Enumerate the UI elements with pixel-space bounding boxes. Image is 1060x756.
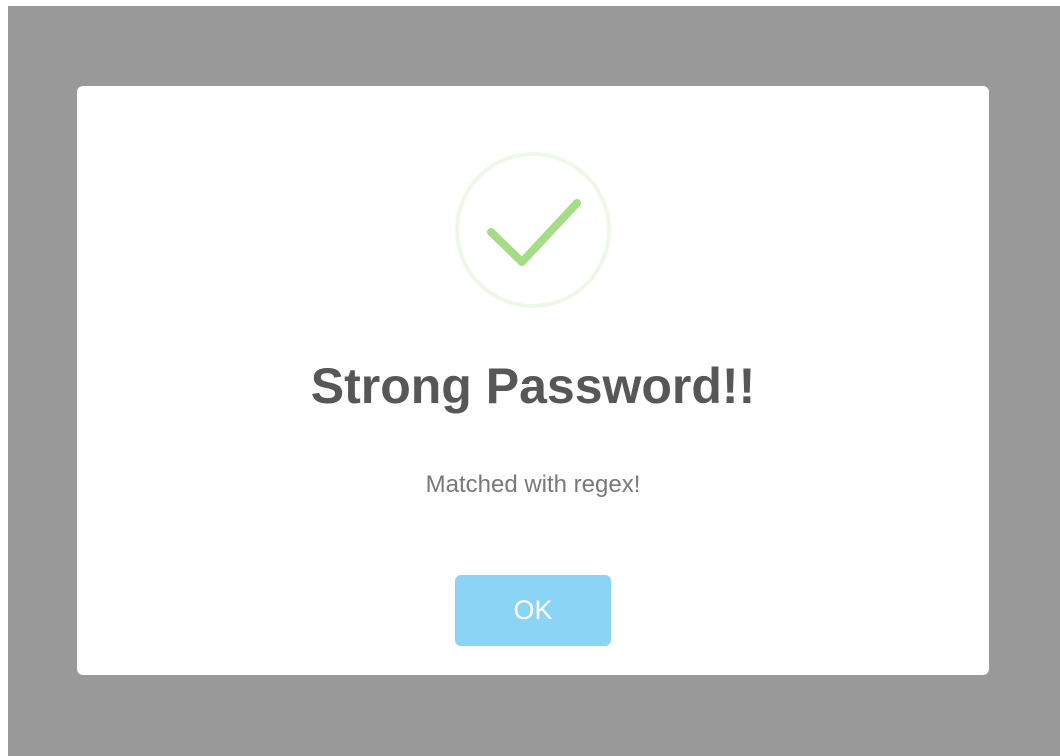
ok-button[interactable]: OK xyxy=(455,575,611,646)
success-dialog: Strong Password!! Matched with regex! OK xyxy=(77,86,989,675)
dialog-message: Matched with regex! xyxy=(425,471,641,498)
success-check-icon xyxy=(454,151,612,309)
dialog-title: Strong Password!! xyxy=(310,358,756,414)
